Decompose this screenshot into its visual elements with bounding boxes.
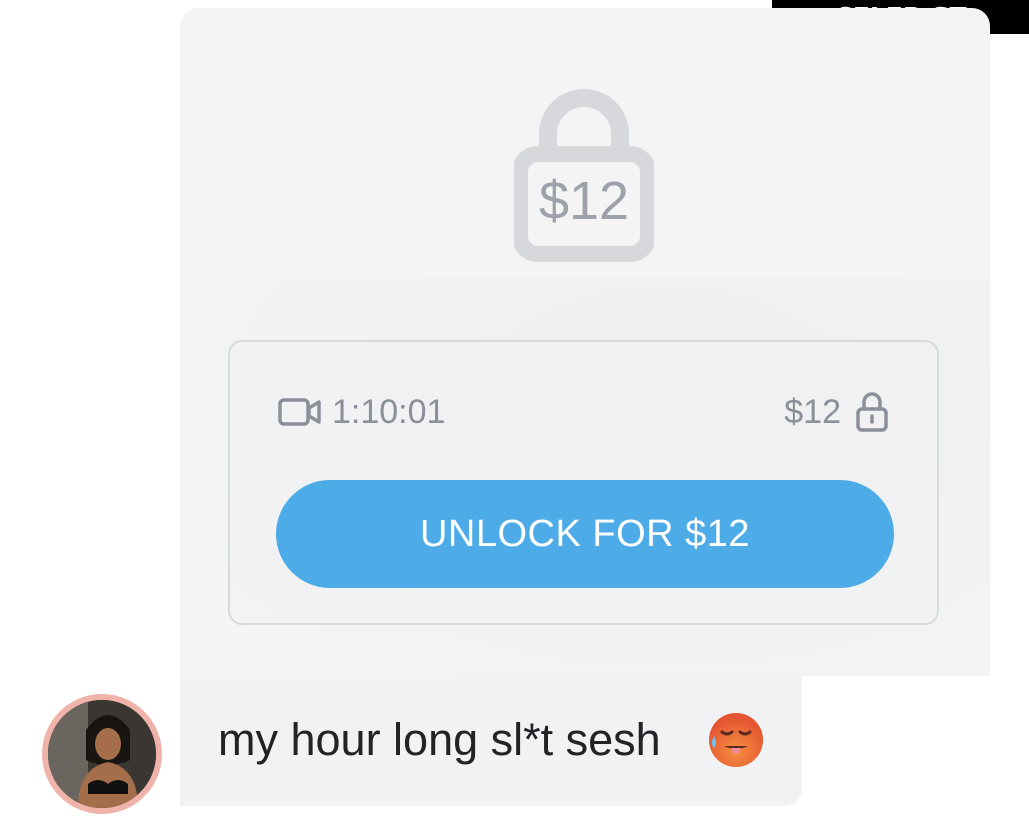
- padlock-icon: [856, 392, 888, 432]
- media-meta-row: 1:10:01 $12: [278, 392, 889, 432]
- duration-group: 1:10:01: [278, 393, 445, 432]
- hot-face-emoji-icon: [709, 713, 763, 767]
- price-group: $12: [784, 391, 889, 433]
- avatar-image: [48, 700, 156, 808]
- message-text: my hour long sl*t sesh: [218, 714, 661, 765]
- media-info-panel: 1:10:01 $12 UNLOCK FOR $12: [228, 340, 939, 625]
- video-camera-icon: [278, 398, 321, 426]
- avatar[interactable]: [42, 694, 162, 814]
- unlock-button[interactable]: UNLOCK FOR $12: [276, 480, 894, 588]
- price-text: $12: [784, 392, 841, 431]
- lock-price: $12: [538, 171, 630, 231]
- duration-text: 1:10:01: [332, 392, 446, 431]
- message-bubble: my hour long sl*t sesh: [180, 676, 802, 806]
- locked-media-card: $12 1:10:01 $12 UNLOCK FOR $12: [180, 8, 990, 676]
